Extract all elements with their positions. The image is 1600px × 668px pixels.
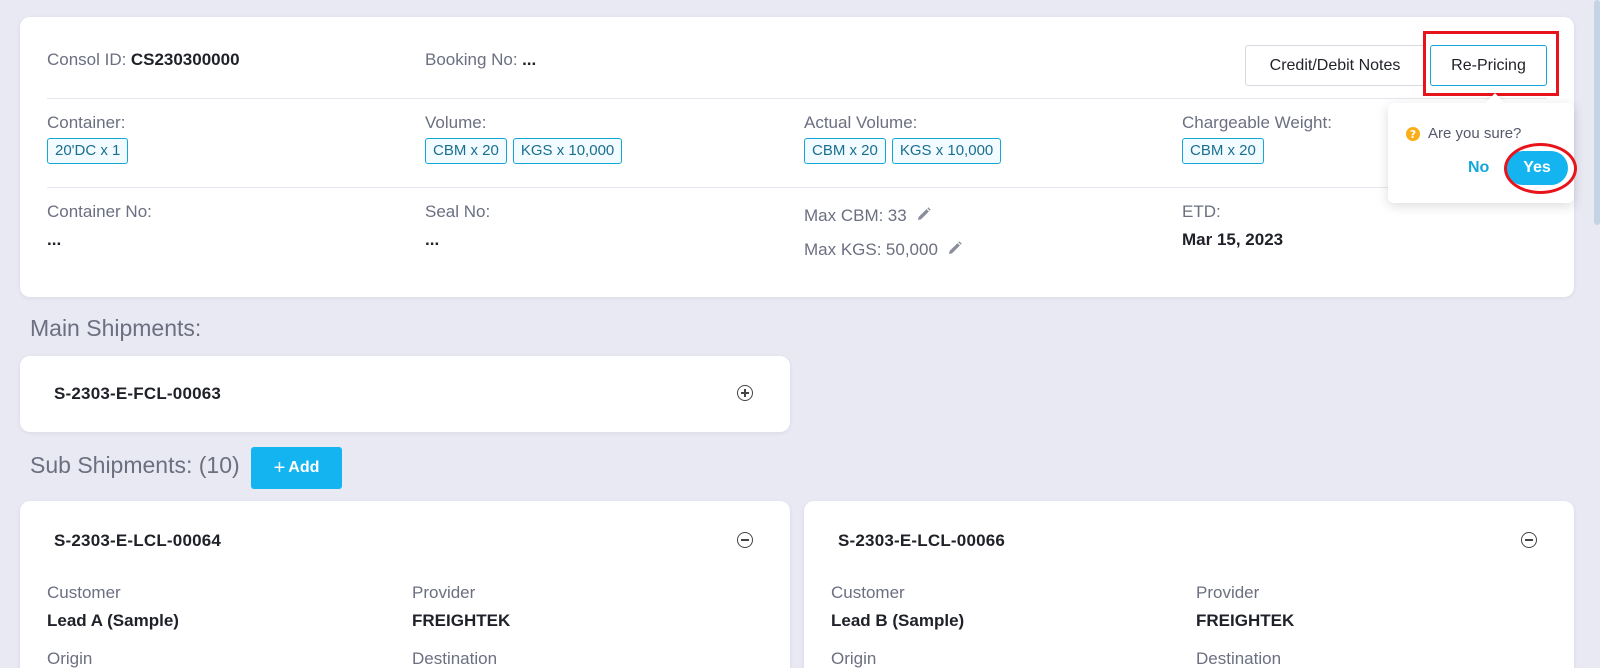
add-label: Add — [288, 459, 320, 476]
question-icon: ? — [1406, 127, 1420, 141]
consol-id-value: CS230300000 — [130, 50, 240, 69]
shipment-id: S-2303-E-FCL-00063 — [54, 384, 222, 403]
customer-value: Lead B (Sample) — [831, 611, 965, 630]
value-tag: CBM x 20 — [804, 138, 886, 164]
yes-button[interactable]: Yes — [1506, 151, 1568, 185]
max-cbm-value: 33 — [887, 206, 907, 225]
value-tag: CBM x 20 — [425, 138, 507, 164]
etd-value: Mar 15, 2023 — [1182, 230, 1284, 249]
sub-shipments-title: Sub Shipments: (10) — [30, 452, 240, 478]
volume-label: Volume: — [425, 113, 487, 132]
value-tag: CBM x 20 — [1182, 138, 1264, 164]
etd-label: ETD: — [1182, 202, 1221, 221]
divider — [47, 187, 1547, 188]
shipment-id: S-2303-E-LCL-00066 — [838, 531, 1006, 550]
credit-debit-notes-button[interactable]: Credit/Debit Notes — [1245, 45, 1425, 86]
max-kgs-value: 50,000 — [885, 240, 938, 259]
sub-shipment-card: S-2303-E-LCL-00064 Customer Lead A (Samp… — [20, 501, 790, 668]
origin-label: Origin — [47, 649, 93, 668]
container-no-label: Container No: — [47, 202, 152, 221]
booking-no-value: ... — [522, 50, 537, 69]
main-shipment-card[interactable]: S-2303-E-FCL-00063 — [20, 356, 790, 432]
value-tag: KGS x 10,000 — [512, 138, 623, 164]
max-cbm-label: Max CBM: — [804, 206, 884, 225]
repricing-button[interactable]: Re-Pricing — [1430, 45, 1547, 86]
consol-card: Consol ID: CS230300000 Booking No: ... C… — [20, 17, 1574, 297]
provider-value: FREIGHTEK — [1196, 611, 1295, 630]
max-kgs-label: Max KGS: — [804, 240, 882, 259]
no-button[interactable]: No — [1468, 159, 1489, 177]
booking-no-label: Booking No: — [425, 50, 518, 69]
seal-no-value: ... — [425, 230, 440, 249]
volume-tags: CBM x 20 KGS x 10,000 — [425, 138, 623, 164]
chargeable-weight-tags: CBM x 20 — [1182, 138, 1264, 164]
origin-label: Origin — [831, 649, 877, 668]
seal-no-label: Seal No: — [425, 202, 491, 221]
provider-label: Provider — [1196, 583, 1260, 602]
sub-shipment-card: S-2303-E-LCL-00066 Customer Lead B (Samp… — [804, 501, 1574, 668]
actual-volume-tags: CBM x 20 KGS x 10,000 — [804, 138, 1002, 164]
expand-icon[interactable] — [737, 385, 753, 401]
destination-label: Destination — [1196, 649, 1282, 668]
edit-max-kgs-icon[interactable] — [948, 241, 963, 260]
scrollbar[interactable] — [1594, 0, 1600, 225]
container-label: Container: — [47, 113, 126, 132]
customer-value: Lead A (Sample) — [47, 611, 179, 630]
container-no-value: ... — [47, 230, 62, 249]
actual-volume-label: Actual Volume: — [804, 113, 918, 132]
chargeable-weight-label: Chargeable Weight: — [1182, 113, 1332, 132]
provider-value: FREIGHTEK — [412, 611, 511, 630]
max-kgs-field: Max KGS: 50,000 — [804, 240, 963, 260]
customer-label: Customer — [831, 583, 905, 602]
shipment-id: S-2303-E-LCL-00064 — [54, 531, 222, 550]
confirm-question: Are you sure? — [1428, 125, 1522, 142]
destination-label: Destination — [412, 649, 498, 668]
collapse-icon[interactable] — [737, 532, 753, 548]
main-shipments-title: Main Shipments: — [30, 315, 202, 341]
plus-icon: + — [273, 457, 286, 479]
consol-id-label: Consol ID: — [47, 50, 127, 69]
collapse-icon[interactable] — [1521, 532, 1537, 548]
container-tags: 20'DC x 1 — [47, 138, 129, 164]
customer-label: Customer — [47, 583, 121, 602]
booking-no-field: Booking No: ... — [425, 50, 536, 70]
edit-max-cbm-icon[interactable] — [917, 207, 931, 226]
max-cbm-field: Max CBM: 33 — [804, 206, 931, 226]
add-button[interactable]: + Add — [251, 447, 342, 489]
provider-label: Provider — [412, 583, 476, 602]
value-tag: 20'DC x 1 — [47, 138, 129, 164]
divider — [47, 98, 1547, 99]
value-tag: KGS x 10,000 — [891, 138, 1002, 164]
consol-id-field: Consol ID: CS230300000 — [47, 50, 240, 70]
confirm-popover: ? Are you sure? No Yes — [1388, 103, 1574, 203]
